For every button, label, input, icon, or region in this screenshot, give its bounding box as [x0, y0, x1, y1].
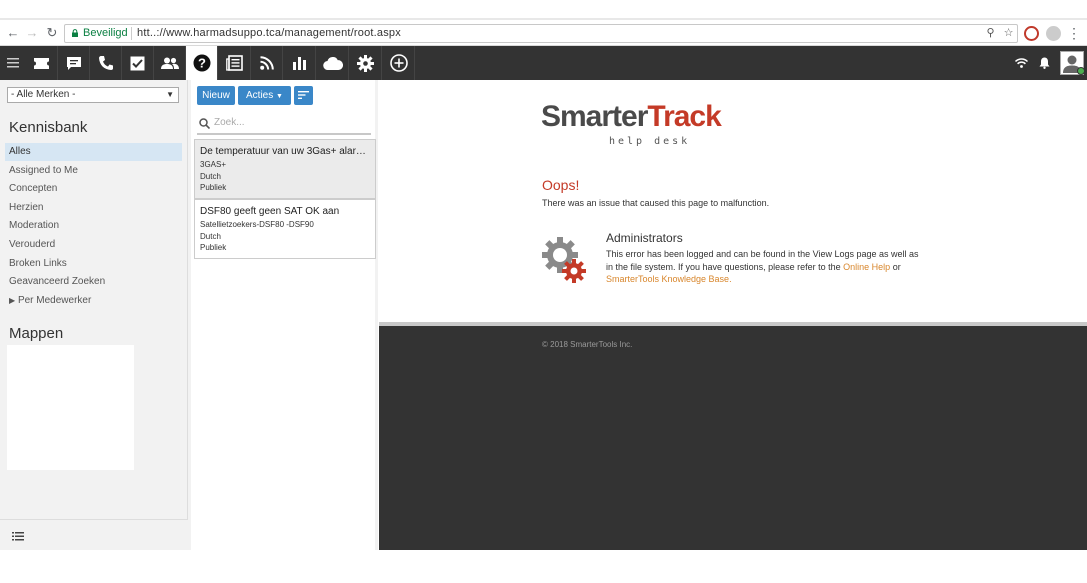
task-check-icon[interactable]: [122, 46, 154, 80]
article-list-panel: Nieuw Acties ▼ Zoek... De temperatuur va…: [188, 80, 378, 550]
knowledge-base-link[interactable]: SmarterTools Knowledge Base.: [606, 274, 732, 284]
article-item[interactable]: De temperatuur van uw 3Gas+ alarm of ...…: [194, 139, 376, 199]
logo-smarter-text: Smarter: [541, 100, 648, 133]
nav-item-moderation[interactable]: Moderation: [5, 217, 182, 235]
nav-item-broken-links[interactable]: Broken Links: [5, 255, 182, 273]
administrators-text: This error has been logged and can be fo…: [606, 248, 926, 286]
sidebar-footer: [0, 519, 188, 550]
page-bottom-margin: [0, 550, 1087, 583]
cloud-icon[interactable]: [317, 46, 349, 80]
nav-item-verouderd[interactable]: Verouderd: [5, 236, 182, 254]
zoom-icon[interactable]: ⚲: [983, 26, 998, 41]
sort-button[interactable]: [294, 86, 313, 105]
extension-icon[interactable]: [1024, 26, 1039, 41]
online-status-indicator: [1077, 67, 1085, 75]
browser-tabstrip: [0, 0, 1087, 20]
left-sidebar: - Alle Merken - ▼ Kennisbank Alles Assig…: [0, 80, 188, 550]
error-title: Oops!: [542, 177, 580, 193]
url-separator: [131, 27, 132, 40]
article-title: De temperatuur van uw 3Gas+ alarm of ...: [200, 146, 370, 157]
article-visibility: Publiek: [200, 183, 227, 192]
search-input[interactable]: Zoek...: [197, 113, 371, 135]
brand-select[interactable]: - Alle Merken - ▼: [7, 87, 179, 103]
article-item[interactable]: DSF80 geeft geen SAT OK aan Satellietzoe…: [194, 199, 376, 259]
forward-arrow-icon[interactable]: →: [24, 25, 40, 41]
cloud-extension-icon[interactable]: [1046, 26, 1061, 41]
bookmark-star-icon[interactable]: ☆: [1001, 26, 1016, 41]
rss-icon[interactable]: [251, 46, 283, 80]
wifi-icon[interactable]: [1012, 46, 1030, 80]
kb-section-title: Kennisbank: [9, 119, 88, 136]
back-arrow-icon[interactable]: ←: [5, 25, 21, 41]
expand-triangle-icon: ▶: [9, 296, 16, 305]
settings-gear-icon[interactable]: [350, 46, 382, 80]
folder-tree: [7, 345, 134, 470]
smartertrack-logo: SmarterTrack: [541, 100, 722, 134]
lock-icon: [72, 29, 78, 37]
news-icon[interactable]: [219, 46, 251, 80]
nav-item-alles[interactable]: Alles: [5, 143, 182, 161]
article-title: DSF80 geeft geen SAT OK aan: [200, 206, 340, 217]
actions-button-label: Acties: [246, 90, 274, 101]
reports-chart-icon[interactable]: [284, 46, 316, 80]
users-icon[interactable]: [154, 46, 186, 80]
article-tag: Satellietzoekers-DSF80 -DSF90: [200, 220, 314, 229]
url-field[interactable]: Beveiligd htt..://www.harmadsuppo.tca/ma…: [64, 24, 1018, 43]
list-view-icon[interactable]: [12, 532, 24, 541]
dropdown-arrow-icon: ▼: [166, 90, 174, 99]
copyright-text: © 2018 SmarterTools Inc.: [542, 340, 633, 349]
error-content: SmarterTrack help desk Oops! There was a…: [379, 80, 1087, 322]
logo-subtitle: help desk: [609, 136, 691, 147]
folders-section-title: Mappen: [9, 325, 64, 342]
nav-item-concepten[interactable]: Concepten: [5, 180, 182, 198]
article-tag: 3GAS+: [200, 160, 227, 169]
administrators-title: Administrators: [606, 231, 683, 245]
tabstrip-divider: [0, 18, 1087, 20]
help-icon[interactable]: ?: [186, 46, 218, 80]
nav-item-herzien[interactable]: Herzien: [5, 199, 182, 217]
browser-menu-icon[interactable]: ⋮: [1066, 25, 1082, 41]
chat-icon[interactable]: [58, 46, 90, 80]
svg-text:?: ?: [198, 56, 206, 71]
secure-label: Beveiligd: [83, 27, 128, 39]
hamburger-menu-icon[interactable]: [0, 46, 26, 80]
nav-item-per-medewerker[interactable]: ▶ Per Medewerker: [5, 292, 182, 310]
article-visibility: Publiek: [200, 243, 227, 252]
error-subtitle: There was an issue that caused this page…: [542, 198, 770, 208]
admin-text-or: or: [892, 261, 901, 272]
app-toolbar: ?: [0, 46, 1087, 80]
article-language: Dutch: [200, 231, 221, 241]
article-language: Dutch: [200, 171, 221, 181]
logo-track-text: Track: [647, 100, 721, 133]
actions-button[interactable]: Acties ▼: [238, 86, 291, 105]
content-footer: © 2018 SmarterTools Inc.: [379, 326, 1087, 550]
search-icon: [199, 118, 210, 129]
brand-select-value: - Alle Merken -: [11, 89, 76, 100]
new-button[interactable]: Nieuw: [197, 86, 235, 105]
nav-item-per-medewerker-label: Per Medewerker: [17, 295, 92, 306]
add-circle-icon[interactable]: [383, 46, 415, 80]
browser-address-bar: ← → ↻ Beveiligd htt..://www.harmadsuppo.…: [0, 21, 1087, 46]
notification-bell-icon[interactable]: [1035, 46, 1053, 80]
search-placeholder: Zoek...: [214, 117, 245, 128]
nav-item-geavanceerd-zoeken[interactable]: Geavanceerd Zoeken: [5, 273, 182, 291]
sort-icon: [298, 91, 309, 99]
gears-icon: [542, 237, 586, 283]
article-list: Nieuw Acties ▼ Zoek... De temperatuur va…: [191, 80, 376, 550]
caret-down-icon: ▼: [276, 93, 283, 100]
phone-icon[interactable]: [90, 46, 122, 80]
reload-icon[interactable]: ↻: [44, 25, 60, 41]
online-help-link[interactable]: Online Help: [843, 262, 890, 272]
nav-item-assigned-to-me[interactable]: Assigned to Me: [5, 162, 182, 180]
ticket-icon[interactable]: [26, 46, 58, 80]
url-text: htt..://www.harmadsuppo.tca/management/r…: [137, 27, 401, 39]
